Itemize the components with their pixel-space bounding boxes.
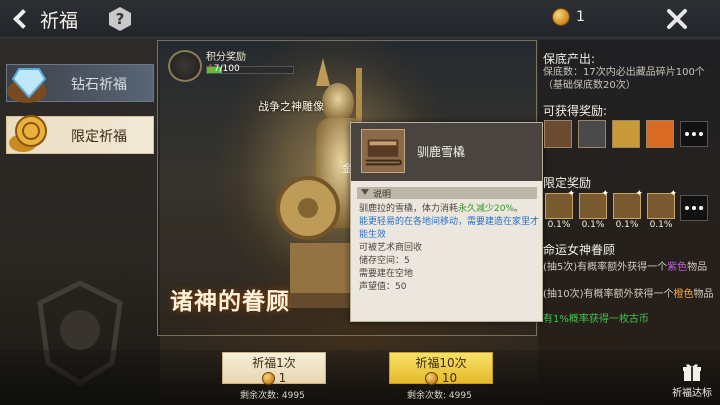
reward-iron-anvil[interactable] — [578, 120, 606, 148]
pray-once-cost-value: 1 — [278, 371, 287, 385]
goddess-line-2-suffix: 物品 — [693, 289, 714, 300]
desc-highlight: 永久减少20% — [458, 204, 515, 214]
drop-rate: 0.1% — [581, 220, 605, 230]
help-icon[interactable]: ? — [108, 6, 132, 32]
rewards-title: 可获得奖励: — [543, 104, 608, 118]
dot — [699, 206, 703, 210]
page-title: 祈福 — [40, 9, 79, 32]
desc-line: 驯鹿拉的雪橇，体力消耗永久减少20%。 — [359, 203, 539, 216]
collapse-triangle-icon — [361, 189, 369, 195]
goddess-title: 命运女神眷顾 — [543, 243, 616, 257]
description-section-header[interactable]: 说明 — [357, 187, 537, 200]
pray-ten-remaining: 剩余次数: 4995 — [407, 391, 472, 401]
more-limited-button[interactable] — [680, 195, 708, 221]
back-arrow-icon — [13, 9, 33, 29]
statue-name: 战争之神雕像 — [258, 100, 324, 113]
guarantee-line-1: 保底数：17次内必出藏品碎片100个 — [543, 67, 705, 78]
points-value: 17/100 — [208, 64, 240, 74]
dot — [685, 132, 689, 136]
pray-type-tabs: 钻石祈福 限定祈福 — [6, 64, 154, 168]
guarantee-line-2: （基础保底数20次） — [543, 80, 636, 91]
tab-label: 钻石祈福 — [71, 77, 127, 93]
points-rest: 7/100 — [213, 64, 240, 74]
fame-note: 声望值：50 — [359, 282, 407, 292]
ancient-coin-icon — [552, 8, 570, 26]
item-name: 驯鹿雪橇 — [417, 145, 466, 159]
gold-coins-icon — [9, 115, 47, 152]
star-icon: ✦ — [635, 189, 643, 199]
back-button[interactable]: 祈福 — [8, 4, 78, 34]
coin-counter: 1 — [552, 8, 585, 26]
goddess-line-3: 有1%概率获得一枚古币 — [543, 314, 649, 325]
pray-goal-button[interactable]: 祈福达标 — [668, 362, 712, 402]
star-icon: ✦ — [601, 189, 609, 199]
pray-once-cost: 1 — [223, 371, 325, 385]
pray-ten-button[interactable]: 祈福10次 10 — [389, 352, 493, 385]
limited-item-sled[interactable]: ✦ 0.1% — [544, 189, 575, 231]
reward-sapphire-pendant[interactable] — [544, 120, 572, 148]
goddess-line-2-prefix: (抽10次)有概率额外获得一个 — [543, 289, 674, 300]
goddess-line-1-prefix: (抽5次)有概率额外获得一个 — [543, 262, 668, 273]
reward-golden-bars[interactable] — [612, 120, 640, 148]
storage-note: 储存空间：5 — [359, 256, 410, 266]
pray-once-remaining: 剩余次数: 4995 — [240, 391, 305, 401]
item-description: 驯鹿拉的雪橇，体力消耗永久减少20%。 能更轻易的在各地间移动，需要建造在家里才… — [359, 203, 539, 294]
goddess-line-1-suffix: 物品 — [687, 262, 708, 273]
pray-ten-cost: 10 — [390, 371, 492, 385]
points-reward[interactable]: 积分奖励 17/100 — [168, 46, 298, 86]
dot — [685, 206, 689, 210]
section-label: 说明 — [373, 190, 392, 200]
pray-ten-cost-value: 10 — [441, 371, 458, 385]
tab-diamond-pray[interactable]: 钻石祈福 — [6, 64, 154, 103]
orange-quality: 橙色 — [673, 289, 694, 300]
pray-once-label: 祈福1次 — [252, 356, 296, 370]
star-icon: ✦ — [567, 189, 575, 199]
limited-item-treasure[interactable]: ✦ 0.1% — [578, 189, 609, 231]
guarantee-title: 保底产出: — [543, 52, 596, 66]
limited-item-statue[interactable]: ✦ 0.1% — [646, 189, 677, 231]
purple-quality: 紫色 — [667, 262, 688, 273]
banner-title: 诸神的眷顾 — [170, 289, 290, 315]
ancient-coin-icon — [424, 371, 438, 385]
limited-item-chariot[interactable]: ✦ 0.1% — [612, 189, 643, 231]
diamond-icon — [7, 68, 47, 103]
trade-note: 可被艺术商回收 — [359, 243, 423, 253]
drop-rate: 0.1% — [547, 220, 571, 230]
pray-goal-label: 祈福达标 — [672, 388, 712, 399]
gift-icon — [683, 364, 701, 381]
points-label: 积分奖励 — [206, 52, 246, 63]
close-icon[interactable] — [666, 8, 688, 30]
desc-prefix: 驯鹿拉的雪橇，体力消耗 — [359, 204, 459, 214]
star-icon: ✦ — [669, 189, 677, 199]
desc-suffix: 。 — [514, 204, 524, 214]
tab-label: 限定祈福 — [71, 129, 127, 145]
top-bar: 祈福 ? 1 — [0, 0, 720, 38]
tab-limited-pray[interactable]: 限定祈福 — [6, 115, 154, 154]
drop-rate: 0.1% — [649, 220, 673, 230]
dot — [692, 132, 696, 136]
drop-rate: 0.1% — [615, 220, 639, 230]
tooltip-header: 驯鹿雪橇 — [351, 123, 542, 181]
svg-text:?: ? — [116, 10, 125, 28]
move-note: 能更轻易的在各地间移动，需要建造在家里才能生效 — [359, 217, 540, 240]
sled-icon — [361, 129, 405, 173]
bottom-bar — [0, 350, 720, 405]
reward-fire-relic[interactable] — [646, 120, 674, 148]
ancient-coin-icon — [261, 371, 275, 385]
dot — [699, 132, 703, 136]
treasure-chest-icon — [168, 50, 202, 82]
pray-once-button[interactable]: 祈福1次 1 — [222, 352, 326, 385]
goddess-line-1: (抽5次)有概率额外获得一个紫色物品 — [543, 258, 707, 273]
coin-count: 1 — [576, 9, 585, 25]
build-note: 需要建在空地 — [359, 269, 414, 279]
pray-ten-label: 祈福10次 — [415, 356, 467, 370]
goddess-line-2: (抽10次)有概率额外获得一个橙色物品 — [543, 285, 714, 300]
item-tooltip: 驯鹿雪橇 说明 驯鹿拉的雪橇，体力消耗永久减少20%。 能更轻易的在各地间移动，… — [350, 122, 543, 322]
more-rewards-button[interactable] — [680, 121, 708, 147]
dot — [692, 206, 696, 210]
